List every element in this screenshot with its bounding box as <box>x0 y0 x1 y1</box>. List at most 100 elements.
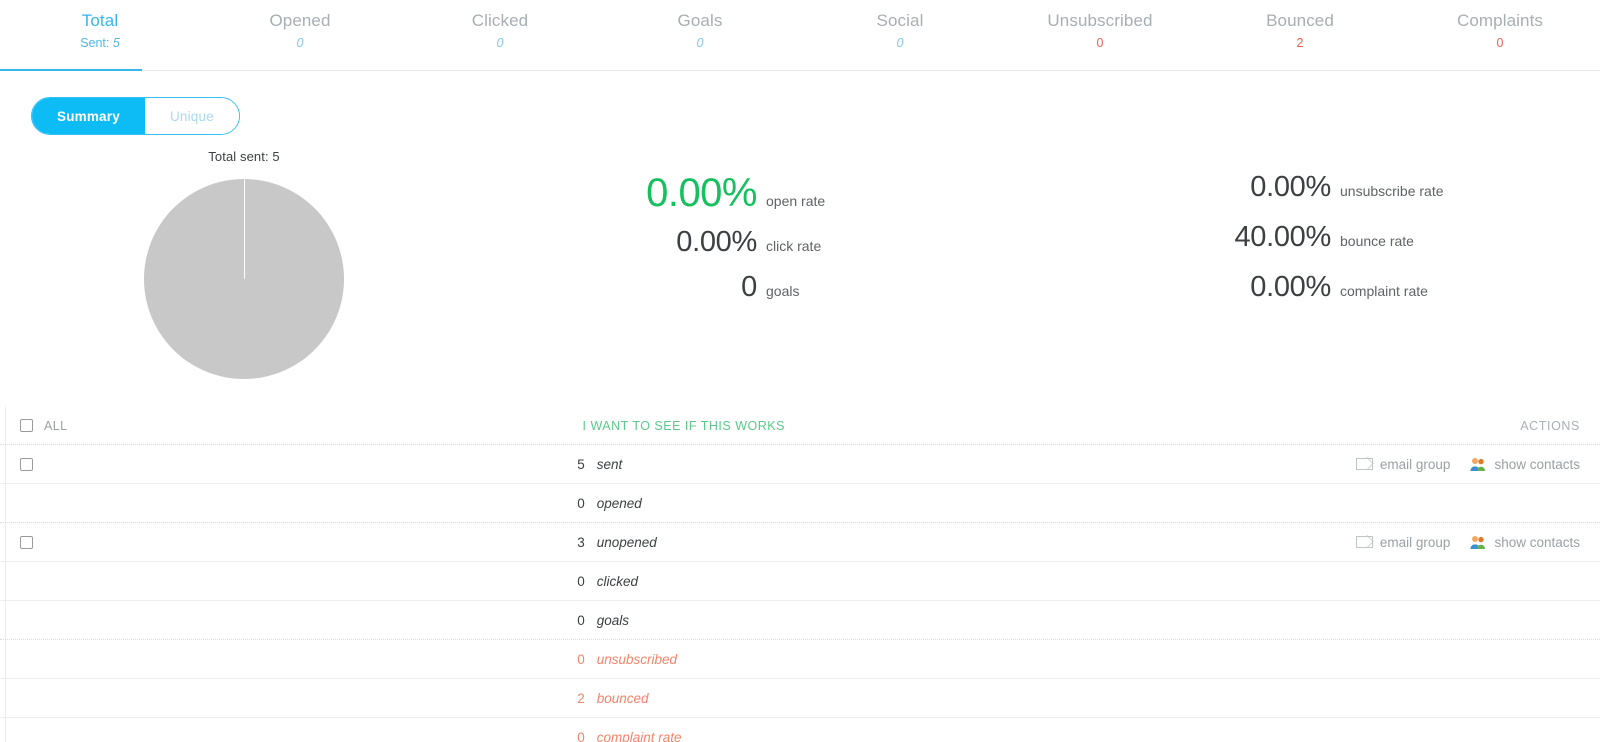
row-metric-cell: 0 goals <box>67 613 1300 628</box>
stat-value: 0 <box>741 271 757 304</box>
table-header-row: ALL I WANT TO SEE IF THIS WORKS ACTIONS <box>0 407 1600 444</box>
row-actions-cell: email group show contacts <box>1300 457 1600 472</box>
actions-column-header: ACTIONS <box>1520 419 1580 433</box>
report-tabbar: TotalSent: 5Opened0Clicked0Goals0Social0… <box>0 0 1600 71</box>
row-checkbox-cell[interactable] <box>15 536 37 549</box>
stat-label: open rate <box>766 193 886 209</box>
tab-label: Social <box>877 10 924 32</box>
row-metric-label: sent <box>597 457 797 472</box>
engagement-stats-column: 0.00%open rate0.00%click rate0goals <box>556 171 886 316</box>
pie-chart-block: Total sent: 5 <box>144 149 344 379</box>
tab-label: Clicked <box>472 10 528 32</box>
select-all-cell[interactable] <box>15 419 37 432</box>
row-metric-label: complaint rate <box>597 730 797 742</box>
table-row: ALL0clicked <box>0 561 1600 600</box>
row-checkbox-cell <box>15 653 37 666</box>
row-metric-cell: 0 clicked <box>67 574 1300 589</box>
row-metric-label: bounced <box>597 691 797 706</box>
tab-label: Bounced <box>1266 10 1334 32</box>
view-toggle-container: Summary Unique <box>0 71 1600 135</box>
tab-label: Opened <box>269 10 330 32</box>
tab-complaints[interactable]: Complaints 0 <box>1400 0 1600 70</box>
email-group-action[interactable]: email group <box>1356 535 1451 550</box>
show-contacts-action[interactable]: show contacts <box>1469 457 1580 472</box>
row-checkbox-cell <box>15 575 37 588</box>
row-metric-label: opened <box>597 496 797 511</box>
stat-goals: 0 goals <box>556 271 886 304</box>
tab-social[interactable]: Social 0 <box>800 0 1000 70</box>
row-metric-value: 0 <box>571 574 585 589</box>
tab-goals[interactable]: Goals0 <box>600 0 800 70</box>
breakdown-table: ALL I WANT TO SEE IF THIS WORKS ACTIONS … <box>0 407 1600 742</box>
stat-value: 0.00% <box>646 171 757 216</box>
row-metric-value: 0 <box>571 496 585 511</box>
delivery-stats-column: 0.00%unsubscribe rate40.00%bounce rate0.… <box>1150 171 1490 321</box>
show-contacts-action[interactable]: show contacts <box>1469 535 1580 550</box>
row-metric-value: 0 <box>571 652 585 667</box>
pie-chart <box>144 179 344 379</box>
stat-value: 40.00% <box>1234 221 1331 254</box>
row-checkbox[interactable] <box>20 458 33 471</box>
tab-label: Total <box>82 10 118 32</box>
show-contacts-label: show contacts <box>1494 535 1580 550</box>
toggle-summary-button[interactable]: Summary <box>32 98 145 134</box>
envelope-icon <box>1356 458 1373 470</box>
stat-open-rate: 0.00% open rate <box>556 171 886 216</box>
stat-bounce-rate: 40.00% bounce rate <box>1150 221 1490 254</box>
summary-unique-toggle[interactable]: Summary Unique <box>31 97 240 135</box>
email-group-action[interactable]: email group <box>1356 457 1451 472</box>
row-checkbox[interactable] <box>20 536 33 549</box>
stat-value: 0.00% <box>1250 271 1331 304</box>
tab-bounced[interactable]: Bounced 2 <box>1200 0 1400 70</box>
row-checkbox-cell <box>15 692 37 705</box>
table-row: ALL0complaint rate <box>0 717 1600 742</box>
row-metric-label: clicked <box>597 574 797 589</box>
tab-count: 0 <box>1097 34 1104 52</box>
tab-count: Sent: 5 <box>80 34 120 52</box>
row-metric-label: unopened <box>597 535 797 550</box>
tab-count: 0 <box>697 34 704 52</box>
select-all-label: ALL <box>44 419 67 433</box>
tab-count: 0 <box>897 34 904 52</box>
row-metric-label: goals <box>597 613 797 628</box>
tab-label: Unsubscribed <box>1047 10 1152 32</box>
row-metric-label: unsubscribed <box>597 652 797 667</box>
row-checkbox-cell <box>15 497 37 510</box>
select-all-checkbox[interactable] <box>20 419 33 432</box>
tab-clicked[interactable]: Clicked 0 <box>400 0 600 70</box>
tab-opened[interactable]: Opened 0 <box>200 0 400 70</box>
email-group-label: email group <box>1380 535 1451 550</box>
campaign-name[interactable]: I WANT TO SEE IF THIS WORKS <box>583 419 785 433</box>
summary-panel: Total sent: 5 0.00%open rate0.00%click r… <box>0 135 1600 407</box>
actions-header-cell: ACTIONS <box>1300 419 1600 433</box>
table-row: ALL0opened <box>0 483 1600 522</box>
table-row: ALL2bounced <box>0 678 1600 717</box>
table-row: ALL0unsubscribed <box>0 639 1600 678</box>
row-metric-value: 0 <box>571 730 585 742</box>
row-metric-cell: 0 unsubscribed <box>67 652 1300 667</box>
stat-label: bounce rate <box>1340 233 1490 249</box>
tab-label: Complaints <box>1457 10 1543 32</box>
active-tab-underline <box>0 69 142 71</box>
tab-count: 0 <box>497 34 504 52</box>
tab-count: 0 <box>1497 34 1504 52</box>
tab-total[interactable]: Total Sent: 5 <box>0 0 200 70</box>
row-metric-cell: 0 complaint rate <box>67 730 1300 742</box>
stat-label: goals <box>766 283 886 299</box>
tab-count: 2 <box>1297 34 1304 52</box>
tab-count: 0 <box>297 34 304 52</box>
toggle-unique-button[interactable]: Unique <box>145 98 239 134</box>
row-metric-value: 5 <box>571 457 585 472</box>
stat-value: 0.00% <box>1250 171 1331 204</box>
row-metric-cell: 0 opened <box>67 496 1300 511</box>
stat-value: 0.00% <box>676 226 757 259</box>
pie-chart-title: Total sent: 5 <box>144 149 344 164</box>
tab-unsubscribed[interactable]: Unsubscribed 0 <box>1000 0 1200 70</box>
email-group-label: email group <box>1380 457 1451 472</box>
row-metric-value: 2 <box>571 691 585 706</box>
row-checkbox-cell[interactable] <box>15 458 37 471</box>
people-group-icon <box>1469 535 1487 550</box>
envelope-icon <box>1356 536 1373 548</box>
row-metric-value: 0 <box>571 613 585 628</box>
table-row: ALL3unopenedemail groupshow contacts <box>0 522 1600 561</box>
